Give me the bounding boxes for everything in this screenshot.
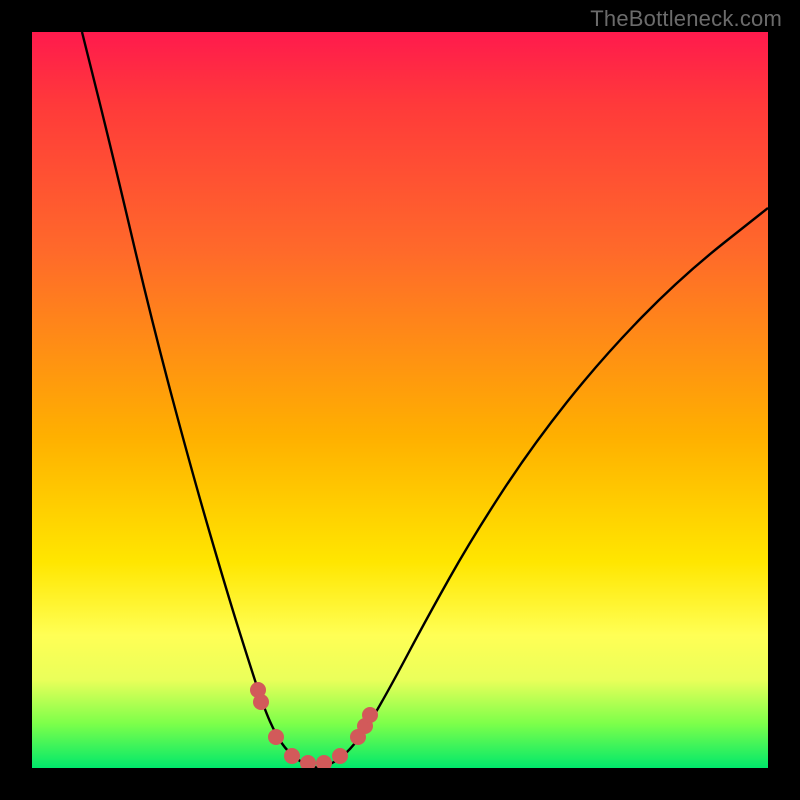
marker-dot [268,729,284,745]
chart-svg [32,32,768,768]
curve-left-branch [82,32,318,768]
plot-area [32,32,768,768]
watermark-text: TheBottleneck.com [590,6,782,32]
marker-dot [300,755,316,768]
marker-dot [332,748,348,764]
outer-frame: TheBottleneck.com [0,0,800,800]
marker-group [250,682,378,768]
marker-dot [316,755,332,768]
marker-dot [284,748,300,764]
curve-right-branch [318,208,768,768]
marker-dot [253,694,269,710]
marker-dot [362,707,378,723]
